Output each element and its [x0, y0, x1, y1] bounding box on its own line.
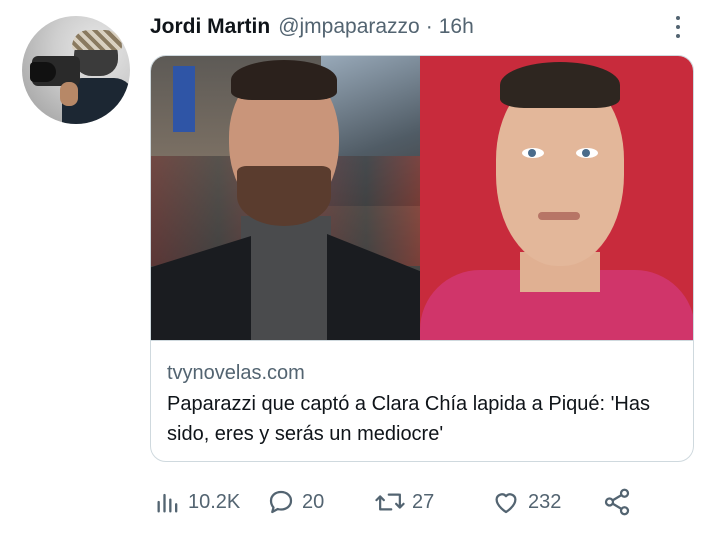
- person-turtleneck: [241, 216, 331, 340]
- reply-icon: [269, 490, 293, 514]
- like-button[interactable]: 232: [490, 484, 561, 520]
- views-button[interactable]: 10.2K: [154, 484, 240, 520]
- tweet-timestamp[interactable]: 16h: [439, 15, 474, 39]
- avatar-lens: [30, 62, 56, 82]
- more-dot: [676, 34, 680, 38]
- views-count: 10.2K: [188, 490, 241, 513]
- more-dot: [676, 25, 680, 29]
- analytics-icon: [157, 493, 178, 513]
- action-bar: 10.2K 20 27 232: [150, 484, 650, 520]
- card-image-left: [151, 56, 420, 340]
- share-button[interactable]: [602, 484, 632, 520]
- card-headline: Paparazzi que captó a Clara Chía lapida …: [167, 393, 650, 445]
- retweet-icon: [375, 493, 405, 511]
- card-info: tvynovelas.com Paparazzi que captó a Cla…: [151, 340, 693, 461]
- reply-button[interactable]: 20: [266, 484, 324, 520]
- retweet-count: 27: [412, 490, 435, 513]
- person-mouth: [538, 212, 580, 220]
- tweet-header: Jordi Martin @jmpaparazzo · 16h: [150, 12, 474, 42]
- image-banner: [173, 66, 195, 132]
- card-domain: tvynovelas.com: [167, 362, 305, 384]
- card-image-right: [420, 56, 693, 340]
- share-icon: [604, 488, 630, 516]
- link-card[interactable]: tvynovelas.com Paparazzi que captó a Cla…: [150, 55, 694, 462]
- author-avatar[interactable]: [22, 16, 130, 124]
- person-pupil-right: [582, 149, 590, 157]
- person-hair: [231, 60, 337, 100]
- avatar-hand: [60, 82, 78, 106]
- avatar-cap: [72, 30, 122, 50]
- person-hair: [500, 62, 620, 108]
- person-beard: [237, 166, 331, 226]
- header-separator: ·: [425, 15, 433, 38]
- person-pupil-left: [528, 149, 536, 157]
- card-media: [151, 56, 693, 340]
- heart-icon: [495, 493, 517, 514]
- reply-count: 20: [302, 490, 325, 513]
- author-name[interactable]: Jordi Martin: [150, 15, 270, 39]
- more-dot: [676, 16, 680, 20]
- like-count: 232: [528, 490, 562, 513]
- author-handle[interactable]: @jmpaparazzo: [278, 15, 420, 39]
- more-vertical-icon[interactable]: [666, 12, 690, 42]
- retweet-button[interactable]: 27: [374, 484, 434, 520]
